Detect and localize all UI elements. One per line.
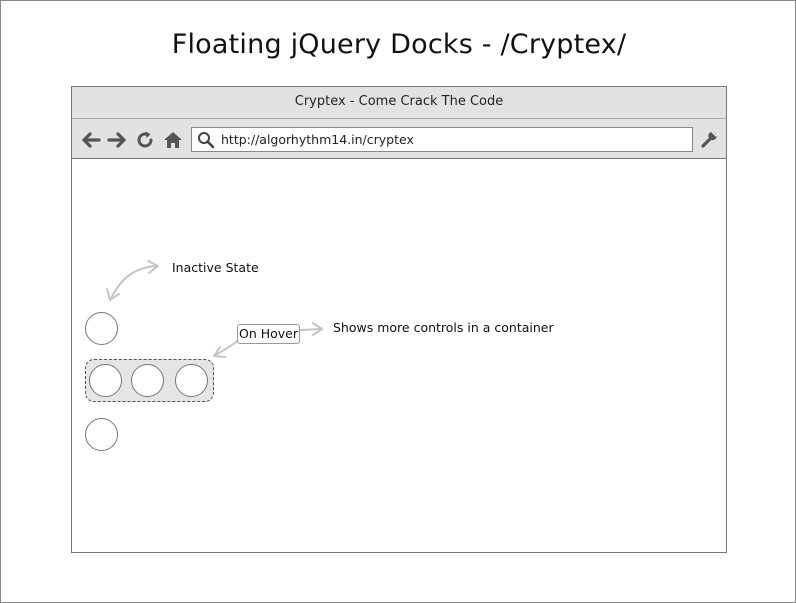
browser-toolbar: http://algorhythm14.in/cryptex — [72, 119, 726, 159]
mockup-frame: Floating jQuery Docks - /Cryptex/ Crypte… — [0, 0, 796, 603]
wrench-icon[interactable] — [699, 129, 719, 149]
address-bar[interactable]: http://algorhythm14.in/cryptex — [191, 127, 693, 152]
dock-button-inactive-top[interactable] — [85, 312, 118, 345]
address-url: http://algorhythm14.in/cryptex — [221, 132, 414, 147]
dock-hover-container — [85, 359, 214, 402]
dock-container-button-1[interactable] — [89, 364, 122, 397]
window-title: Cryptex - Come Crack The Code — [72, 87, 726, 119]
home-icon[interactable] — [162, 129, 184, 151]
page-title: Floating jQuery Docks - /Cryptex/ — [171, 29, 627, 60]
back-arrow-icon[interactable] — [80, 129, 102, 151]
forward-arrow-icon[interactable] — [106, 129, 128, 151]
dock-button-inactive-bottom[interactable] — [85, 418, 118, 451]
reload-icon[interactable] — [134, 129, 156, 151]
dock-container-button-2[interactable] — [131, 364, 164, 397]
search-icon — [197, 131, 215, 149]
browser-window: Cryptex - Come Crack The Code http://alg… — [71, 86, 727, 553]
page-content — [72, 160, 726, 552]
dock-container-button-3[interactable] — [175, 364, 208, 397]
